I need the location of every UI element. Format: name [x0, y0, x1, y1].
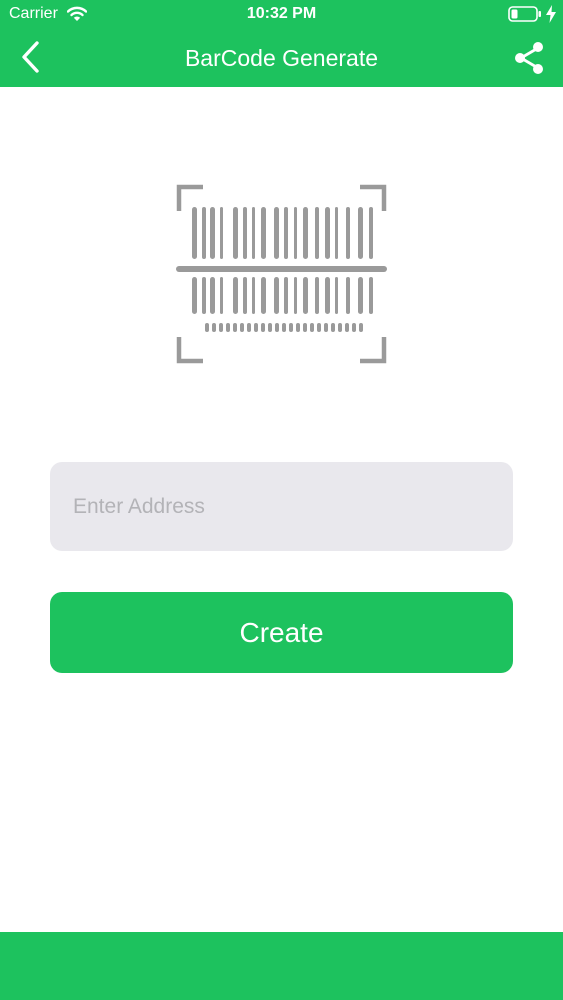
barcode-scan-icon — [176, 184, 387, 364]
share-button[interactable] — [510, 38, 550, 78]
header: Carrier 10:32 PM BarCode Generate — [0, 0, 563, 87]
address-input[interactable] — [50, 462, 513, 551]
create-button[interactable]: Create — [50, 592, 513, 673]
charging-icon — [546, 5, 556, 23]
back-button[interactable] — [12, 38, 52, 78]
chevron-left-icon — [22, 41, 39, 73]
share-icon — [515, 42, 543, 74]
status-bar: Carrier 10:32 PM — [0, 0, 563, 28]
bottom-bar — [0, 932, 563, 1000]
navigation-bar: BarCode Generate — [0, 28, 563, 87]
page-title: BarCode Generate — [184, 45, 379, 71]
battery-icon — [508, 6, 541, 22]
status-time: 10:32 PM — [246, 5, 317, 22]
